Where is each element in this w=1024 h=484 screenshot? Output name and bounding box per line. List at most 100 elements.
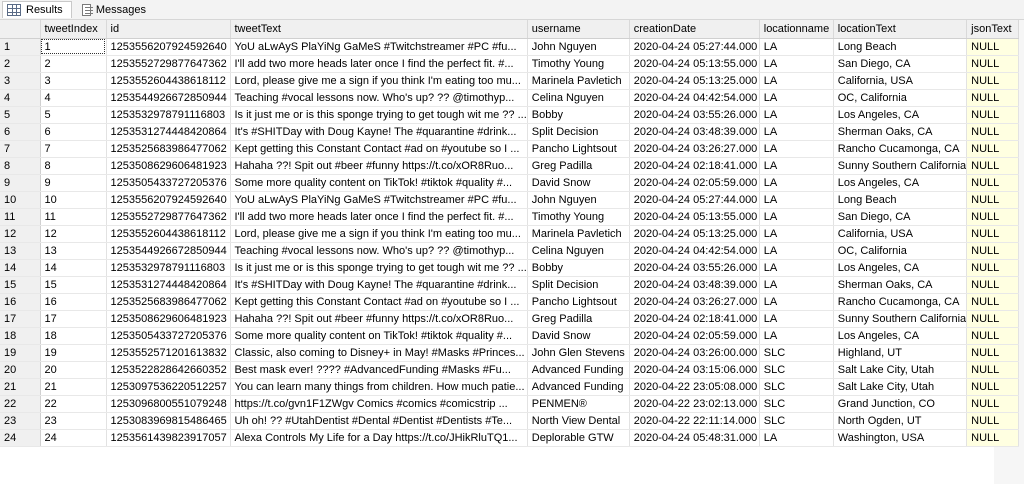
cell-tweettext[interactable]: Teaching #vocal lessons now. Who's up? ?… [230, 89, 528, 107]
cell-tweetindex[interactable]: 13 [40, 242, 107, 260]
cell-id[interactable]: 1253531274448420864 [106, 123, 231, 141]
cell-id[interactable]: 1253505433727205376 [106, 327, 231, 345]
table-row[interactable]: 17 17 1253508629606481923 Hahaha ??! Spit o… [0, 310, 1020, 328]
row-number[interactable]: 14 [0, 259, 41, 277]
cell-jsontext[interactable]: NULL [966, 361, 1020, 379]
cell-creationdate[interactable]: 2020-04-24 03:26:27.000 [629, 293, 760, 311]
table-row[interactable]: 21 21 1253097536220512257 You can learn man… [0, 378, 1020, 396]
cell-locationtext[interactable]: OC, California [833, 89, 968, 107]
table-row[interactable]: 5 5 1253532978791116803 Is it just me or is… [0, 106, 1020, 124]
cell-jsontext[interactable]: NULL [966, 378, 1020, 396]
cell-tweettext[interactable]: Kept getting this Constant Contact #ad o… [230, 140, 528, 158]
cell-creationdate[interactable]: 2020-04-24 05:13:25.000 [629, 225, 760, 243]
cell-creationdate[interactable]: 2020-04-24 04:42:54.000 [629, 242, 760, 260]
cell-jsontext[interactable]: NULL [966, 310, 1020, 328]
cell-locationtext[interactable]: Sherman Oaks, CA [833, 123, 968, 141]
cell-tweettext[interactable]: Hahaha ??! Spit out #beer #funny https:/… [230, 310, 528, 328]
cell-jsontext[interactable]: NULL [966, 140, 1020, 158]
cell-jsontext[interactable]: NULL [966, 276, 1020, 294]
cell-jsontext[interactable]: NULL [966, 174, 1020, 192]
cell-locationname[interactable]: SLC [759, 344, 834, 362]
cell-locationname[interactable]: LA [759, 174, 834, 192]
cell-tweettext[interactable]: Hahaha ??! Spit out #beer #funny https:/… [230, 157, 528, 175]
cell-tweettext[interactable]: YoU aLwAyS PlaYiNg GaMeS #Twitchstreamer… [230, 38, 528, 56]
cell-locationtext[interactable]: Los Angeles, CA [833, 174, 968, 192]
cell-tweettext[interactable]: Lord, please give me a sign if you think… [230, 72, 528, 90]
cell-locationname[interactable]: SLC [759, 361, 834, 379]
row-number[interactable]: 18 [0, 327, 41, 345]
cell-tweettext[interactable]: Teaching #vocal lessons now. Who's up? ?… [230, 242, 528, 260]
cell-tweetindex[interactable]: 12 [40, 225, 107, 243]
cell-jsontext[interactable]: NULL [966, 38, 1020, 56]
row-number[interactable]: 3 [0, 72, 41, 90]
column-header-id[interactable]: id [106, 20, 231, 39]
cell-creationdate[interactable]: 2020-04-24 03:55:26.000 [629, 259, 760, 277]
cell-locationname[interactable]: SLC [759, 395, 834, 413]
cell-locationtext[interactable]: Los Angeles, CA [833, 259, 968, 277]
cell-tweettext[interactable]: Is it just me or is this sponge trying t… [230, 106, 528, 124]
table-row[interactable]: 10 10 1253556207924592640 YoU aLwAyS PlaYiN… [0, 191, 1020, 209]
cell-tweetindex[interactable]: 20 [40, 361, 107, 379]
cell-id[interactable]: 1253096800551079248 [106, 395, 231, 413]
cell-creationdate[interactable]: 2020-04-24 02:05:59.000 [629, 327, 760, 345]
cell-tweettext[interactable]: Alexa Controls My Life for a Day https:/… [230, 429, 528, 447]
row-number[interactable]: 20 [0, 361, 41, 379]
cell-locationtext[interactable]: California, USA [833, 72, 968, 90]
cell-username[interactable]: Greg Padilla [527, 157, 630, 175]
cell-id[interactable]: 1253531274448420864 [106, 276, 231, 294]
cell-username[interactable]: Bobby [527, 259, 630, 277]
cell-id[interactable]: 1253525683986477062 [106, 140, 231, 158]
cell-id[interactable]: 1253552604438618112 [106, 72, 231, 90]
cell-creationdate[interactable]: 2020-04-24 05:13:55.000 [629, 55, 760, 73]
table-row[interactable]: 18 18 1253505433727205376 Some more quality… [0, 327, 1020, 345]
row-number[interactable]: 15 [0, 276, 41, 294]
cell-locationname[interactable]: LA [759, 208, 834, 226]
table-row[interactable]: 14 14 1253532978791116803 Is it just me or … [0, 259, 1020, 277]
cell-jsontext[interactable]: NULL [966, 225, 1020, 243]
row-number[interactable]: 19 [0, 344, 41, 362]
results-grid[interactable]: tweetIndex id tweetText username creationDat… [0, 20, 1024, 484]
cell-locationtext[interactable]: San Diego, CA [833, 208, 968, 226]
cell-locationname[interactable]: LA [759, 327, 834, 345]
cell-locationtext[interactable]: San Diego, CA [833, 55, 968, 73]
table-row[interactable]: 1 1 1253556207924592640 YoU aLwAyS PlaYiNg … [0, 38, 1020, 56]
cell-username[interactable]: David Snow [527, 174, 630, 192]
cell-id[interactable]: 1253508629606481923 [106, 157, 231, 175]
cell-locationname[interactable]: LA [759, 242, 834, 260]
cell-id[interactable]: 1253508629606481923 [106, 310, 231, 328]
row-number[interactable]: 1 [0, 38, 41, 56]
cell-locationtext[interactable]: Salt Lake City, Utah [833, 378, 968, 396]
cell-locationtext[interactable]: Sunny Southern California [833, 310, 968, 328]
table-row[interactable]: 24 24 1253561439823917057 Alexa Controls My… [0, 429, 1020, 447]
cell-id[interactable]: 1253556207924592640 [106, 38, 231, 56]
table-row[interactable]: 6 6 1253531274448420864 It's #SHITDay with … [0, 123, 1020, 141]
cell-locationname[interactable]: LA [759, 259, 834, 277]
cell-creationdate[interactable]: 2020-04-24 03:26:27.000 [629, 140, 760, 158]
tab-results[interactable]: Results [2, 1, 72, 18]
column-header-username[interactable]: username [527, 20, 630, 39]
cell-username[interactable]: Advanced Funding [527, 361, 630, 379]
cell-locationname[interactable]: SLC [759, 412, 834, 430]
cell-jsontext[interactable]: NULL [966, 55, 1020, 73]
cell-id[interactable]: 1253522828642660352 [106, 361, 231, 379]
table-row[interactable]: 8 8 1253508629606481923 Hahaha ??! Spit out… [0, 157, 1020, 175]
cell-jsontext[interactable]: NULL [966, 259, 1020, 277]
cell-id[interactable]: 1253556207924592640 [106, 191, 231, 209]
cell-locationname[interactable]: LA [759, 276, 834, 294]
cell-jsontext[interactable]: NULL [966, 395, 1020, 413]
table-row[interactable]: 7 7 1253525683986477062 Kept getting this C… [0, 140, 1020, 158]
row-number[interactable]: 2 [0, 55, 41, 73]
cell-username[interactable]: Deplorable GTW [527, 429, 630, 447]
cell-jsontext[interactable]: NULL [966, 242, 1020, 260]
column-header-tweetindex[interactable]: tweetIndex [40, 20, 107, 39]
cell-jsontext[interactable]: NULL [966, 293, 1020, 311]
cell-creationdate[interactable]: 2020-04-24 02:18:41.000 [629, 157, 760, 175]
table-row[interactable]: 20 20 1253522828642660352 Best mask ever! ?… [0, 361, 1020, 379]
cell-id[interactable]: 1253552571201613832 [106, 344, 231, 362]
cell-username[interactable]: Split Decision [527, 276, 630, 294]
cell-locationtext[interactable]: Los Angeles, CA [833, 327, 968, 345]
cell-locationtext[interactable]: OC, California [833, 242, 968, 260]
cell-tweetindex[interactable]: 21 [40, 378, 107, 396]
cell-username[interactable]: John Glen Stevens [527, 344, 630, 362]
row-number[interactable]: 6 [0, 123, 41, 141]
